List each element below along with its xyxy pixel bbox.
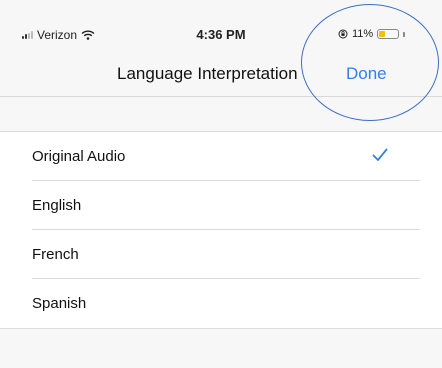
page-title: Language Interpretation <box>117 64 298 83</box>
battery-percent: 11% <box>352 28 374 40</box>
list-item-label: Spanish <box>32 295 87 312</box>
rotation-lock-icon <box>338 29 348 39</box>
language-list: Original Audio English French Spanish <box>0 131 442 329</box>
checkmark-icon <box>372 148 388 161</box>
done-button[interactable]: Done <box>346 64 387 84</box>
navigation-bar: Language Interpretation Done <box>0 50 442 97</box>
list-item-spanish[interactable]: Spanish <box>0 279 442 328</box>
list-item-original-audio[interactable]: Original Audio <box>0 132 442 181</box>
list-item-label: English <box>32 197 82 214</box>
battery-icon <box>377 29 400 39</box>
list-item-french[interactable]: French <box>0 230 442 279</box>
battery-area: 11% <box>338 28 406 40</box>
battery-tip <box>403 31 406 37</box>
list-item-label: French <box>32 246 79 263</box>
battery-level-fill <box>379 31 386 37</box>
list-item-label: Original Audio <box>32 148 126 165</box>
list-item-english[interactable]: English <box>0 181 442 230</box>
status-bar: Verizon 4:36 PM 11% <box>0 0 442 42</box>
